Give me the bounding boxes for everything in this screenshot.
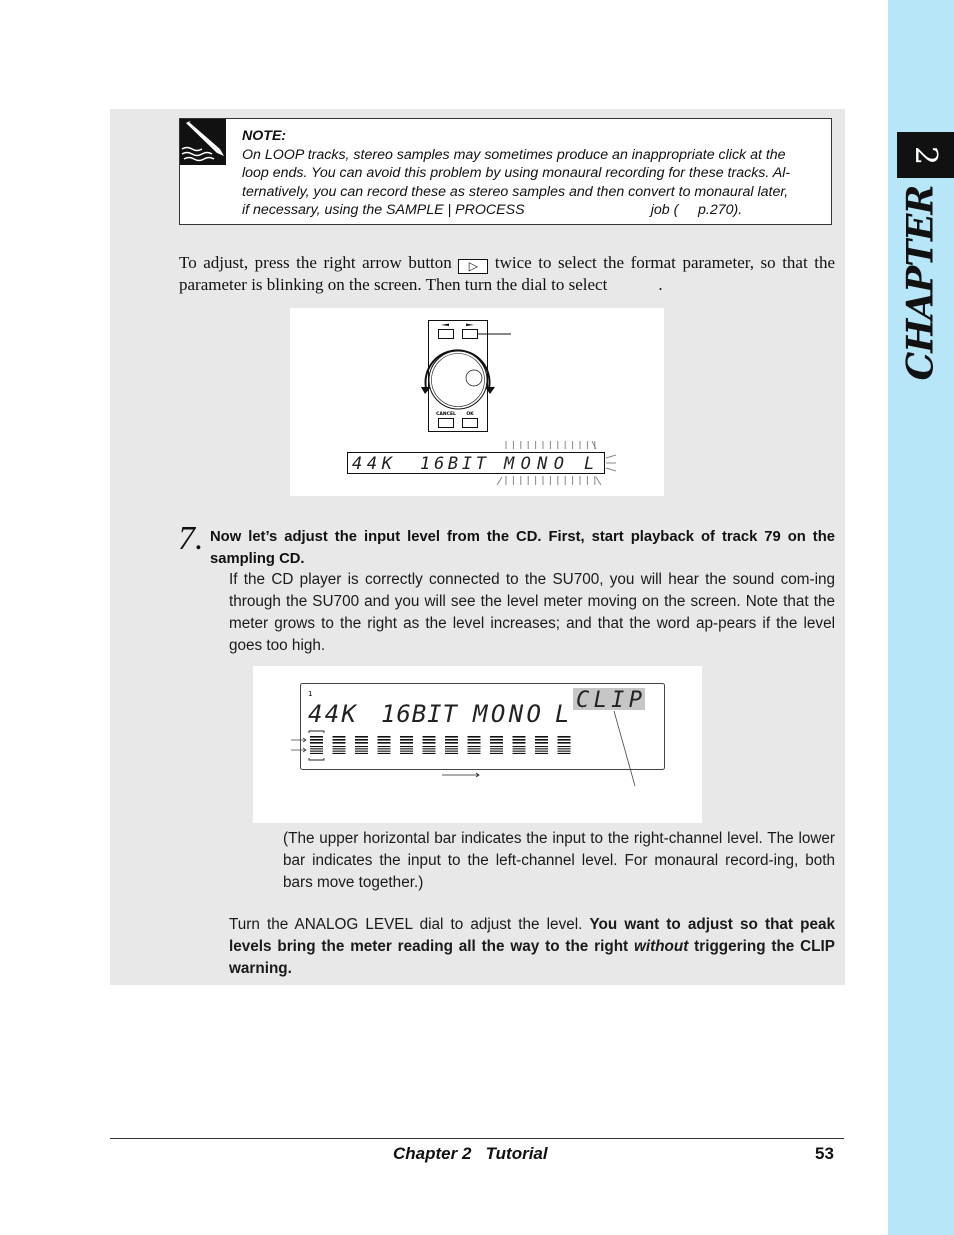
adjust-italic: without — [633, 938, 689, 955]
note-line: On LOOP tracks, stereo samples may somet… — [242, 146, 786, 163]
cancel-label: CANCEL — [436, 411, 456, 417]
lcd-channel: L — [584, 454, 594, 474]
note-box: NOTE: On LOOP tracks, stereo samples may… — [179, 118, 832, 225]
footer-chapter-title: Chapter 2 Tutorial — [393, 1144, 548, 1163]
lcd-display: 44K 16BIT MONO L — [347, 452, 605, 474]
chapter-word: CHAPTER — [899, 185, 942, 381]
increase-arrow — [442, 772, 480, 778]
instruction-end: . — [607, 275, 663, 294]
step-number: 7. — [178, 520, 204, 557]
chapter-label: CHAPTER — [895, 186, 945, 381]
cancel-button — [438, 418, 454, 428]
lcd-rate: 44K — [308, 700, 358, 728]
lcd-bits: 16BIT — [381, 700, 459, 728]
ok-button — [462, 418, 478, 428]
lcd-channel: L — [555, 700, 569, 728]
lcd-bits: 16BIT — [420, 454, 488, 474]
footer-rule — [110, 1138, 844, 1139]
note-line: if necessary, using the SAMPLE | PROCESS… — [242, 202, 743, 218]
adjust-plain: Turn the ANALOG LEVEL dial to adjust the… — [229, 916, 590, 933]
lcd-rate: 44K — [352, 454, 394, 474]
note-text: NOTE: On LOOP tracks, stereo samples may… — [242, 127, 830, 220]
note-line: loop ends. You can avoid this problem by… — [242, 165, 791, 181]
step-body: If the CD player is correctly connected … — [229, 571, 835, 654]
bars-note: (The upper horizontal bar indicates the … — [283, 830, 835, 891]
page-number: 53 — [815, 1144, 834, 1163]
note-title: NOTE: — [242, 128, 287, 144]
figure-dial-panel: CANCEL OK 44K 16BIT MONO L — [290, 308, 664, 496]
right-arrow-button-icon: ▷ — [458, 259, 489, 274]
chapter-number-badge: 2 — [897, 132, 954, 178]
note-line: ternatively, you can record these as ste… — [242, 183, 789, 200]
instruction-text-a: To adjust, press the right arrow button — [179, 253, 459, 272]
instruction-paragraph: To adjust, press the right arrow button … — [179, 252, 835, 296]
figure-level-meter: 1 44K 16BIT MONO L CLIP — [253, 666, 702, 823]
chapter-number: 2 — [908, 145, 943, 165]
ok-label: OK — [466, 411, 474, 417]
track-index: 1 — [308, 690, 312, 698]
adjust-paragraph: Turn the ANALOG LEVEL dial to adjust the… — [229, 914, 835, 980]
pencil-note-icon — [180, 119, 226, 165]
step-heading: Now let’s adjust the input level from th… — [210, 529, 835, 567]
